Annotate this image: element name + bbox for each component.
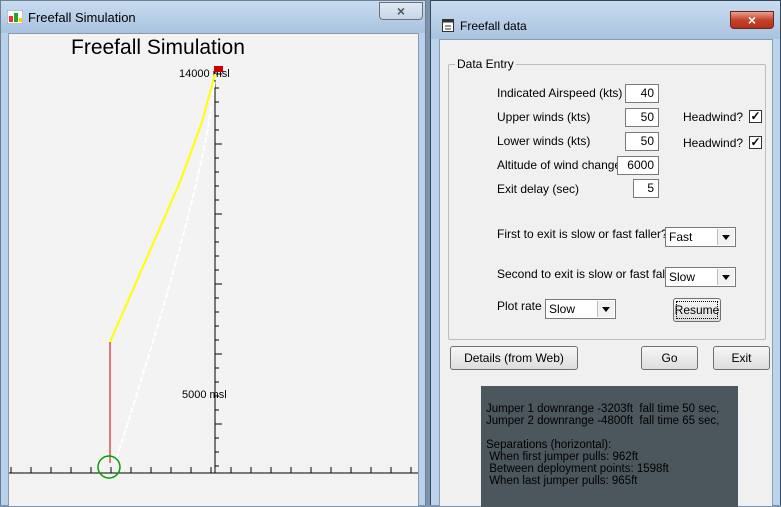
simulation-window-title: Freefall Simulation [28, 10, 136, 25]
exit-delay-input[interactable]: 5 [633, 179, 659, 198]
first-exit-label: First to exit is slow or fast faller? [497, 227, 668, 241]
upper-winds-label: Upper winds (kts) [497, 110, 591, 124]
exit-marker [214, 66, 223, 72]
headwind-lower-checkbox[interactable]: ✓ [749, 136, 762, 149]
second-exit-select[interactable]: Slow [665, 267, 736, 287]
first-exit-value: Fast [669, 230, 693, 244]
wind-change-label: Altitude of wind change [497, 158, 622, 172]
result-deployment: Between deployment points: 1598ft [486, 463, 669, 475]
form-icon [442, 19, 454, 32]
lower-winds-label: Lower winds (kts) [497, 134, 591, 148]
result-last-pull: When last jumper pulls: 965ft [486, 475, 638, 487]
data-entry-caption: Data Entry [455, 57, 516, 71]
airspeed-label: Indicated Airspeed (kts) [497, 86, 623, 100]
result-jumper2: Jumper 2 downrange -4800ft fall time 65 … [486, 415, 720, 427]
chevron-down-icon [717, 229, 734, 245]
chevron-down-icon [597, 301, 614, 317]
checkmark-icon: ✓ [750, 109, 761, 123]
altitude-mid-label: 5000 msl [182, 389, 227, 401]
results-panel: Jumper 1 downrange -3203ft fall time 50 … [481, 386, 738, 507]
details-button[interactable]: Details (from Web) [450, 346, 578, 370]
plot-area: Freefall Simulation 14000 msl 5000 msl [8, 33, 419, 506]
app-icon [7, 10, 23, 24]
landing-marker [97, 455, 121, 479]
jumper2-path [114, 73, 216, 464]
wind-change-input[interactable]: 6000 [617, 156, 659, 175]
jumper1-path [109, 73, 216, 343]
close-icon: × [396, 3, 406, 19]
data-form: Data Entry Indicated Airspeed (kts) 40 U… [439, 39, 773, 507]
go-button[interactable]: Go [641, 346, 698, 370]
headwind-upper-label: Headwind? [683, 110, 744, 124]
plot-rate-label: Plot rate [497, 299, 542, 313]
second-exit-value: Slow [669, 270, 696, 284]
data-close-button[interactable]: × [730, 11, 774, 29]
result-separations-heading: Separations (horizontal): [486, 439, 612, 451]
headwind-upper-checkbox[interactable]: ✓ [749, 110, 762, 123]
freefall-plot: 14000 msl5000 msl [9, 66, 418, 479]
airspeed-input[interactable]: 40 [625, 84, 659, 103]
result-jumper1: Jumper 1 downrange -3203ft fall time 50 … [486, 403, 720, 415]
simulation-close-button[interactable]: × [379, 2, 423, 20]
exit-delay-label: Exit delay (sec) [497, 182, 580, 196]
simulation-window: Freefall Simulation × Freefall Simulatio… [0, 0, 426, 506]
plot-rate-select[interactable]: Slow [545, 299, 616, 319]
lower-winds-input[interactable]: 50 [625, 132, 659, 151]
exit-button[interactable]: Exit [713, 346, 770, 370]
resume-button[interactable]: Resume [673, 298, 721, 322]
result-first-pull: When first jumper pulls: 962ft [486, 451, 639, 463]
chevron-down-icon [717, 269, 734, 285]
data-window: Freefall data × Data Entry Indicated Air… [430, 0, 781, 507]
first-exit-select[interactable]: Fast [665, 227, 736, 247]
data-titlebar[interactable]: Freefall data × [431, 1, 780, 39]
plot-rate-value: Slow [549, 302, 576, 316]
second-exit-label: Second to exit is slow or fast faller? [497, 267, 686, 281]
headwind-lower-label: Headwind? [683, 136, 744, 150]
simulation-titlebar[interactable]: Freefall Simulation × [1, 1, 425, 33]
data-window-title: Freefall data [460, 19, 527, 33]
upper-winds-input[interactable]: 50 [625, 108, 659, 127]
checkmark-icon: ✓ [750, 135, 761, 149]
close-icon: × [747, 12, 757, 28]
